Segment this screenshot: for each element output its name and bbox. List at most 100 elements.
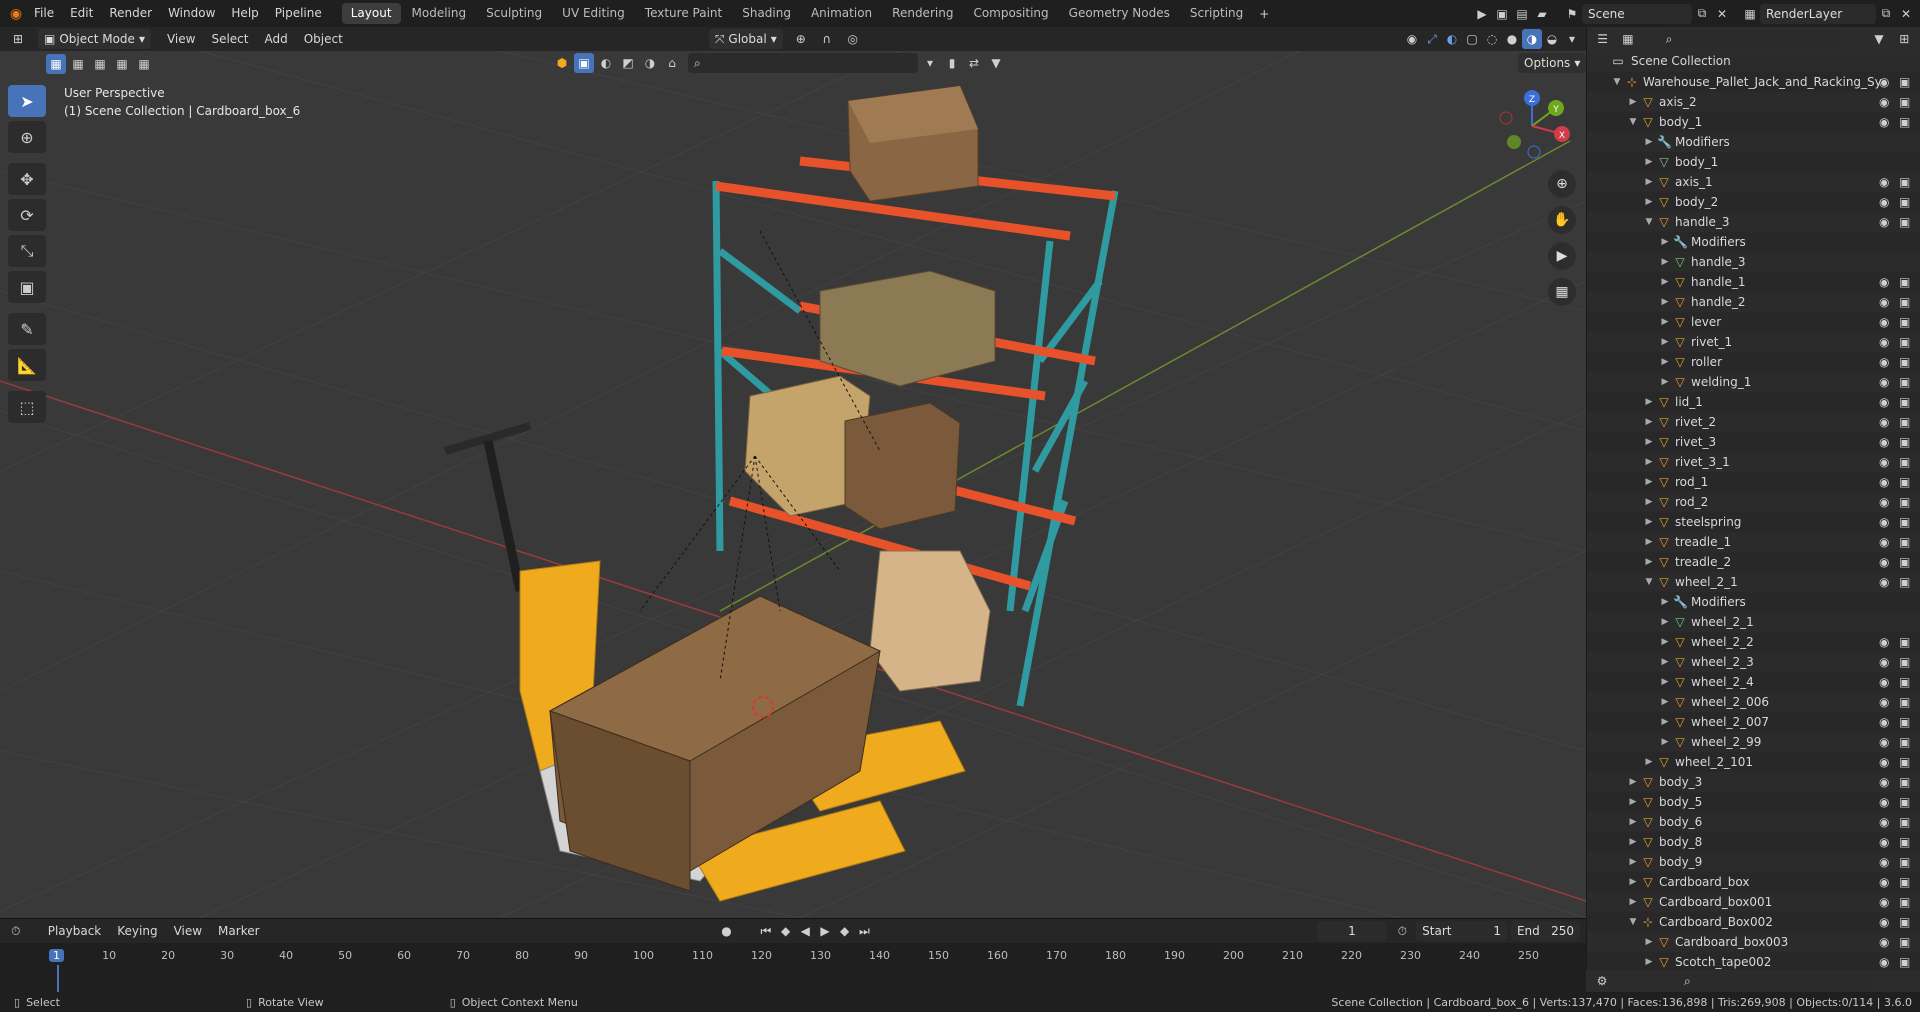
expand-arrow-icon[interactable]: ▶ [1627, 812, 1639, 832]
visibility-eye-icon[interactable]: ◉ [1879, 652, 1889, 672]
render-camera-icon[interactable]: ▣ [1899, 452, 1910, 472]
rotate-tool[interactable]: ⟳ [8, 199, 46, 231]
expand-arrow-icon[interactable]: ▶ [1643, 192, 1655, 212]
pan-hand-icon[interactable]: ✋ [1548, 206, 1576, 234]
render-camera-icon[interactable]: ▣ [1899, 712, 1910, 732]
expand-arrow-icon[interactable]: ▶ [1643, 392, 1655, 412]
menu-playback[interactable]: Playback [40, 924, 110, 938]
visibility-eye-icon[interactable]: ◉ [1879, 472, 1889, 492]
outliner-row[interactable]: ▶ ▽ rod_1 ◉ ▣ [1587, 472, 1920, 492]
outliner-row[interactable]: ▶ ▽ lever ◉ ▣ [1587, 312, 1920, 332]
editor-type-icon[interactable]: ⊞ [8, 29, 28, 49]
visibility-eye-icon[interactable]: ◉ [1879, 832, 1889, 852]
visibility-eye-icon[interactable]: ◉ [1879, 512, 1889, 532]
timeline-editor-icon[interactable]: ⏱ [6, 921, 26, 941]
render-camera-icon[interactable]: ▣ [1899, 792, 1910, 812]
filter-icon[interactable]: ▼ [1869, 29, 1888, 49]
visibility-eye-icon[interactable]: ◉ [1879, 712, 1889, 732]
render-camera-icon[interactable]: ▣ [1899, 692, 1910, 712]
render-camera-icon[interactable]: ▣ [1899, 812, 1910, 832]
filter-empty-icon[interactable]: ◑ [640, 53, 660, 73]
outliner-row[interactable]: ▶ ▽ Scotch_tape002 ◉ ▣ [1587, 952, 1920, 972]
expand-arrow-icon[interactable]: ▶ [1659, 612, 1671, 632]
visibility-eye-icon[interactable]: ◉ [1879, 332, 1889, 352]
rendered-shading-icon[interactable]: ◒ [1542, 29, 1562, 49]
render-camera-icon[interactable]: ▣ [1899, 892, 1910, 912]
expand-arrow-icon[interactable]: ▶ [1627, 92, 1639, 112]
new-collection-icon[interactable]: ⊞ [1895, 29, 1914, 49]
navigation-gizmo[interactable]: Z Y X [1492, 86, 1572, 166]
visibility-eye-icon[interactable]: ◉ [1879, 732, 1889, 752]
play-icon[interactable]: ▶ [815, 921, 835, 941]
expand-arrow-icon[interactable]: ▶ [1627, 852, 1639, 872]
visibility-eye-icon[interactable]: ◉ [1879, 92, 1889, 112]
render-camera-icon[interactable]: ▣ [1899, 832, 1910, 852]
scene-icon[interactable]: ⚑ [1562, 4, 1582, 24]
overlay-icon[interactable]: ◐ [1442, 29, 1462, 49]
expand-arrow-icon[interactable]: ▶ [1643, 472, 1655, 492]
outliner-root-row[interactable]: ▭ Scene Collection [1587, 51, 1920, 72]
render-layer-icon[interactable]: ▦ [1740, 4, 1760, 24]
outliner-row[interactable]: ▶ ▽ wheel_2_99 ◉ ▣ [1587, 732, 1920, 752]
render-camera-icon[interactable]: ▣ [1899, 912, 1910, 932]
outliner-row[interactable]: ▶ 🔧 Modifiers [1587, 592, 1920, 612]
render-image-icon[interactable]: ▣ [1492, 4, 1512, 24]
menu-help[interactable]: Help [223, 0, 266, 27]
expand-arrow-icon[interactable]: ▶ [1627, 832, 1639, 852]
tab-layout[interactable]: Layout [341, 3, 401, 24]
outliner-row[interactable]: ▶ ▽ axis_2 ◉ ▣ [1587, 92, 1920, 112]
outliner-row[interactable]: ▶ ▽ Cardboard_box001 ◉ ▣ [1587, 892, 1920, 912]
filter-mesh-icon[interactable]: ▣ [574, 53, 594, 73]
outliner-row[interactable]: ▶ ▽ Cardboard_box ◉ ▣ [1587, 872, 1920, 892]
outliner-row[interactable]: ▶ ▽ body_8 ◉ ▣ [1587, 832, 1920, 852]
scale-tool[interactable]: ⤡ [8, 235, 46, 267]
render-camera-icon[interactable]: ▣ [1899, 312, 1910, 332]
expand-arrow-icon[interactable]: ▶ [1643, 452, 1655, 472]
snap-icon[interactable]: ∩ [817, 29, 837, 49]
outliner-row[interactable]: ▶ ▽ body_6 ◉ ▣ [1587, 812, 1920, 832]
expand-arrow-icon[interactable]: ▶ [1643, 492, 1655, 512]
measure-tool[interactable]: 📐 [8, 349, 46, 381]
expand-arrow-icon[interactable]: ▶ [1643, 552, 1655, 572]
visibility-eye-icon[interactable]: ◉ [1879, 552, 1889, 572]
render-camera-icon[interactable]: ▣ [1899, 492, 1910, 512]
outliner-row[interactable]: ▶ 🔧 Modifiers [1587, 232, 1920, 252]
filter-other-icon[interactable]: ⌂ [662, 53, 682, 73]
filter-camera-icon[interactable]: ◩ [618, 53, 638, 73]
select-box-tool[interactable]: ➤ [8, 85, 46, 117]
render-camera-icon[interactable]: ▣ [1899, 332, 1910, 352]
render-camera-icon[interactable]: ▣ [1899, 352, 1910, 372]
outliner-row[interactable]: ▶ ▽ rivet_3_1 ◉ ▣ [1587, 452, 1920, 472]
select-subtract-icon[interactable]: ▦ [90, 54, 110, 74]
expand-arrow-icon[interactable]: ▶ [1659, 672, 1671, 692]
outliner-row[interactable]: ▶ ▽ wheel_2_1 [1587, 612, 1920, 632]
menu-add[interactable]: Add [256, 32, 295, 46]
expand-arrow-icon[interactable]: ▶ [1659, 732, 1671, 752]
outliner-row[interactable]: ▶ ▽ wheel_2_101 ◉ ▣ [1587, 752, 1920, 772]
render-camera-icon[interactable]: ▣ [1899, 372, 1910, 392]
visibility-eye-icon[interactable]: ◉ [1879, 272, 1889, 292]
expand-arrow-icon[interactable]: ▶ [1643, 172, 1655, 192]
render-camera-icon[interactable]: ▣ [1899, 732, 1910, 752]
expand-arrow-icon[interactable]: ▶ [1659, 652, 1671, 672]
select-intersect-icon[interactable]: ▦ [134, 54, 154, 74]
expand-arrow-icon[interactable]: ▶ [1659, 352, 1671, 372]
expand-arrow-icon[interactable]: ▶ [1659, 252, 1671, 272]
render-camera-icon[interactable]: ▣ [1899, 272, 1910, 292]
collapse-arrow-icon[interactable]: ▼ [1643, 212, 1655, 232]
render-camera-icon[interactable]: ▣ [1899, 412, 1910, 432]
shading-options-icon[interactable]: ▾ [1562, 29, 1582, 49]
visibility-eye-icon[interactable]: ◉ [1879, 212, 1889, 232]
visibility-eye-icon[interactable]: ◉ [1879, 672, 1889, 692]
visibility-eye-icon[interactable]: ◉ [1879, 932, 1889, 952]
outliner-row[interactable]: ▼ ▽ wheel_2_1 ◉ ▣ [1587, 572, 1920, 592]
tab-texture-paint[interactable]: Texture Paint [636, 3, 731, 24]
menu-timeline-view[interactable]: View [166, 924, 210, 938]
folder-icon[interactable]: ▰ [1532, 4, 1552, 24]
expand-arrow-icon[interactable]: ▶ [1643, 932, 1655, 952]
expand-arrow-icon[interactable]: ▶ [1627, 892, 1639, 912]
outliner-row[interactable]: ▶ ▽ welding_1 ◉ ▣ [1587, 372, 1920, 392]
record-keyframe-icon[interactable]: ● [717, 921, 737, 941]
outliner-row[interactable]: ▶ ▽ steelspring ◉ ▣ [1587, 512, 1920, 532]
visibility-eye-icon[interactable]: ◉ [1879, 752, 1889, 772]
